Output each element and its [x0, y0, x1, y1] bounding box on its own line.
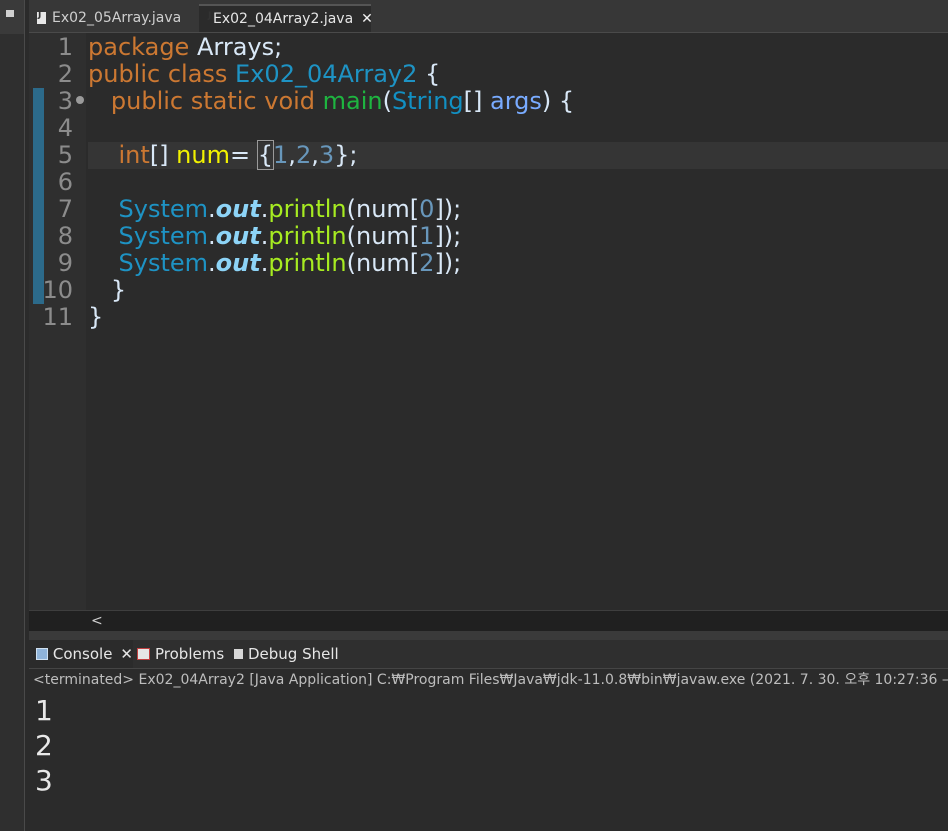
horizontal-scrollbar[interactable]: <: [29, 610, 948, 631]
code-line-1: package Arrays;: [88, 33, 283, 61]
problems-icon: [137, 648, 150, 660]
line-number: 7: [57, 195, 73, 223]
line-number: 1: [57, 33, 73, 61]
line-number: 8: [57, 222, 73, 250]
scroll-left-icon[interactable]: <: [91, 611, 103, 631]
code-editor[interactable]: 1 2 3 4 5 6 7 8 9 10 11 package Arrays; …: [29, 33, 948, 610]
tab-console[interactable]: Console ✕: [29, 640, 133, 668]
line-number: 11: [42, 303, 73, 331]
tab-debug-shell[interactable]: Debug Shell: [234, 640, 346, 668]
tab-label: Debug Shell: [248, 645, 339, 663]
left-trim-panel: [0, 34, 24, 831]
left-trim-bar: [0, 0, 25, 831]
fold-toggle-icon[interactable]: [76, 96, 84, 104]
console-output[interactable]: 1 2 3: [29, 692, 948, 831]
line-number: 10: [42, 276, 73, 304]
code-line-11: }: [88, 303, 104, 331]
code-line-9: System.out.println(num[2]);: [118, 249, 462, 277]
output-line: 3: [35, 764, 53, 797]
code-line-5: int[] num= {1,2,3};: [118, 140, 358, 170]
tab-label: Ex02_04Array2.java: [213, 11, 354, 27]
panel-separator[interactable]: [29, 631, 948, 640]
editor-tab-bar: Ex02_05Array.java Ex02_04Array2.java ✕: [29, 0, 948, 33]
console-status-line: <terminated> Ex02_04Array2 [Java Applica…: [29, 669, 948, 691]
code-line-10: }: [88, 276, 127, 304]
tab-label: Problems: [155, 645, 225, 663]
console-icon: [36, 648, 48, 660]
console-tab-bar: Console ✕ Problems Debug Shell: [29, 640, 948, 669]
close-tab-icon[interactable]: ✕: [120, 645, 133, 663]
line-number: 4: [57, 114, 73, 142]
close-tab-icon[interactable]: ✕: [361, 11, 373, 27]
code-line-7: System.out.println(num[0]);: [118, 195, 462, 223]
minimize-icon[interactable]: [6, 10, 14, 17]
code-area[interactable]: package Arrays; public class Ex02_04Arra…: [88, 33, 948, 610]
output-line: 2: [35, 729, 53, 762]
debug-shell-icon: [234, 649, 243, 659]
line-number: 9: [57, 249, 73, 277]
output-line: 1: [35, 694, 53, 727]
code-line-8: System.out.println(num[1]);: [118, 222, 462, 250]
code-line-2: public class Ex02_04Array2 {: [88, 60, 441, 88]
line-number: 6: [57, 168, 73, 196]
tab-label: Console: [52, 645, 113, 663]
tab-problems[interactable]: Problems: [137, 640, 233, 668]
java-file-icon: [37, 10, 46, 24]
editor-tab-ex02-05array[interactable]: Ex02_05Array.java: [29, 4, 197, 32]
line-number: 5: [57, 141, 73, 169]
line-number-gutter: 1 2 3 4 5 6 7 8 9 10 11: [29, 33, 86, 610]
line-number: 3: [57, 87, 73, 115]
editor-tab-ex02-04array2[interactable]: Ex02_04Array2.java ✕: [199, 4, 373, 32]
line-number: 2: [57, 60, 73, 88]
tab-label: Ex02_05Array.java: [52, 10, 182, 26]
code-line-3: public static void main(String[] args) {: [110, 87, 575, 115]
